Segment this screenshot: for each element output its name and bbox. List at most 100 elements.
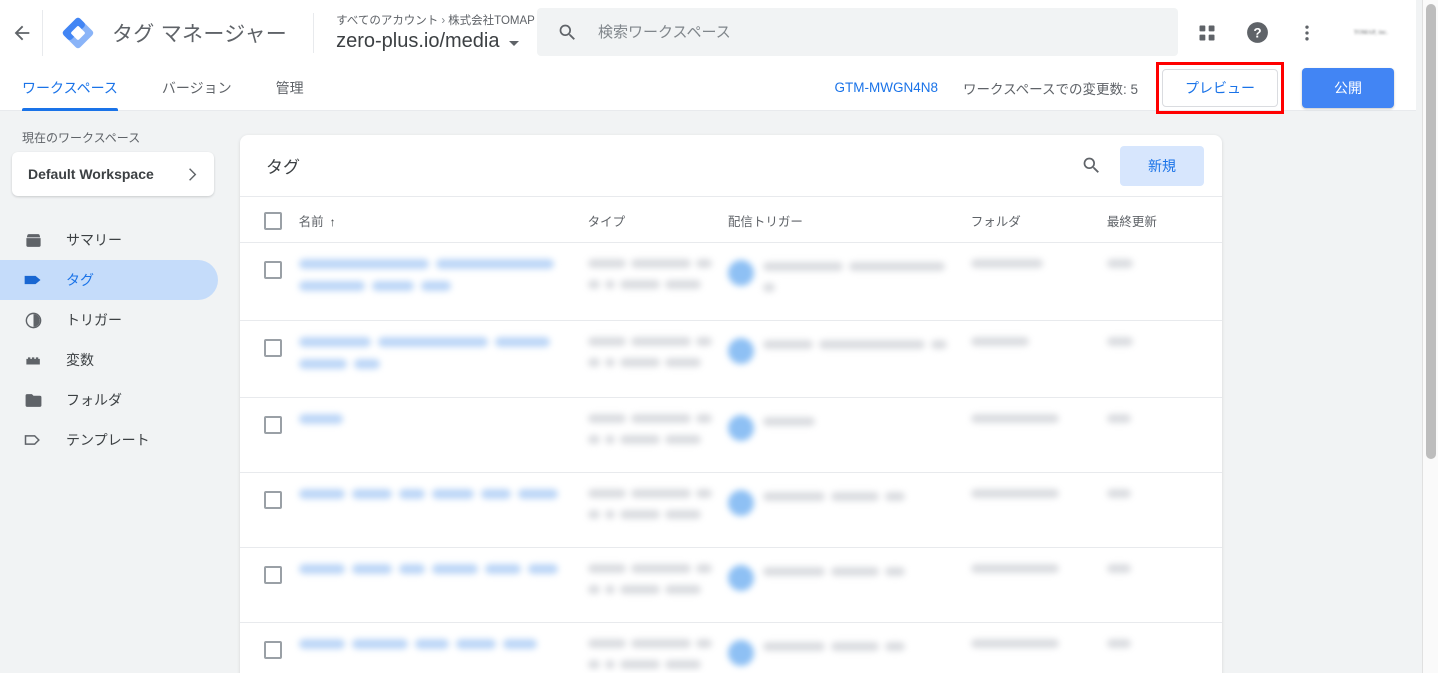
sidebar-item-summary-label: サマリー	[66, 232, 122, 248]
row-checkbox[interactable]	[264, 339, 282, 357]
row-checkbox[interactable]	[264, 566, 282, 584]
sidebar-item-templates[interactable]: テンプレート	[0, 420, 218, 460]
col-header-type[interactable]: タイプ	[587, 197, 728, 243]
table-row[interactable]	[240, 622, 1222, 673]
top-bar: タグ マネージャー すべてのアカウント › 株式会社TOMAP zero-plus.…	[0, 0, 1416, 65]
tags-table: 名前 ↑ タイプ 配信トリガー フォルダ 最終更新	[240, 197, 1222, 673]
tab-versions[interactable]: バージョン	[140, 65, 254, 111]
sidebar-item-folders-label: フォルダ	[66, 392, 122, 408]
variable-brick-icon	[22, 349, 44, 371]
tag-updated-cell	[1106, 320, 1222, 398]
tag-updated-cell	[1106, 397, 1222, 473]
table-row[interactable]	[240, 397, 1222, 473]
table-row[interactable]	[240, 547, 1222, 623]
tag-trigger-redacted	[727, 321, 971, 380]
preview-button[interactable]: プレビュー	[1162, 68, 1278, 107]
vertical-scrollbar-thumb[interactable]	[1426, 4, 1436, 459]
tab-workspace[interactable]: ワークスペース	[0, 65, 140, 111]
tag-updated-redacted	[1106, 473, 1222, 526]
tag-updated-redacted	[1106, 623, 1222, 673]
trigger-avatar-icon	[727, 640, 754, 666]
breadcrumb-all-accounts[interactable]: すべてのアカウント	[336, 15, 438, 27]
tag-folder-redacted	[970, 321, 1107, 374]
col-header-trigger[interactable]: 配信トリガー	[727, 197, 971, 243]
tag-trigger-cell	[727, 547, 971, 623]
row-checkbox[interactable]	[264, 641, 282, 659]
sidebar-item-templates-label: テンプレート	[66, 432, 150, 448]
tag-updated-cell	[1106, 472, 1222, 548]
table-row[interactable]	[240, 242, 1222, 321]
workspace-selector-card[interactable]: Default Workspace	[12, 152, 214, 196]
new-tag-button[interactable]: 新規	[1120, 145, 1204, 186]
row-select-cell	[240, 397, 299, 473]
row-select-cell	[240, 547, 299, 623]
tag-type-cell	[587, 472, 728, 548]
tags-panel: タグ 新規 名前 ↑ タイプ 配信トリガー フォルダ 最終更新	[240, 135, 1222, 673]
tag-trigger-redacted	[727, 473, 971, 532]
table-row[interactable]	[240, 320, 1222, 398]
col-header-updated[interactable]: 最終更新	[1106, 197, 1222, 243]
help-circle-icon[interactable]: ?	[1240, 16, 1274, 50]
trigger-avatar-icon	[727, 565, 754, 591]
sidebar-item-triggers[interactable]: トリガー	[0, 300, 218, 340]
tag-name-cell[interactable]	[298, 397, 588, 473]
table-row[interactable]	[240, 472, 1222, 548]
select-all-checkbox[interactable]	[264, 211, 282, 230]
chevron-down-icon	[508, 40, 519, 46]
tag-name-cell[interactable]	[298, 622, 588, 673]
sidebar-item-summary[interactable]: サマリー	[0, 220, 218, 260]
container-selector[interactable]: zero-plus.io/media	[336, 30, 543, 53]
row-select-cell	[240, 320, 299, 398]
publish-button[interactable]: 公開	[1302, 67, 1394, 108]
row-checkbox[interactable]	[264, 416, 282, 434]
breadcrumb-account[interactable]: 株式会社TOMAP	[448, 15, 535, 27]
tag-updated-redacted	[1106, 548, 1222, 601]
tag-type-redacted	[587, 473, 728, 547]
tag-type-redacted	[587, 398, 728, 472]
tag-updated-cell	[1106, 622, 1222, 673]
sidebar-item-variables[interactable]: 変数	[0, 340, 218, 380]
container-name: zero-plus.io/media	[336, 29, 500, 52]
search-input[interactable]	[598, 23, 1118, 41]
grid-apps-icon[interactable]	[1190, 16, 1224, 50]
select-all-header	[240, 197, 299, 243]
sidebar: 現在のワークスペース Default Workspace サマリー タグ トリガ…	[0, 111, 232, 673]
tab-workspace-label: ワークスペース	[22, 79, 118, 96]
preview-button-wrapper: プレビュー	[1156, 61, 1284, 114]
col-header-folder[interactable]: フォルダ	[970, 197, 1107, 243]
tab-list: ワークスペース バージョン 管理	[0, 65, 326, 111]
tag-folder-cell	[970, 397, 1107, 473]
tag-name-cell[interactable]	[298, 320, 588, 398]
account-breadcrumb-block[interactable]: すべてのアカウント › 株式会社TOMAP zero-plus.io/media	[313, 12, 543, 53]
trigger-circle-icon	[22, 309, 44, 331]
product-title: タグ マネージャー	[112, 22, 288, 46]
tag-name-redacted	[298, 243, 588, 319]
folder-icon	[22, 389, 44, 411]
tag-name-cell[interactable]	[298, 242, 588, 321]
row-checkbox[interactable]	[264, 261, 282, 279]
col-header-name[interactable]: 名前 ↑	[298, 197, 588, 243]
tags-table-header: 名前 ↑ タイプ 配信トリガー フォルダ 最終更新	[240, 197, 1222, 243]
sidebar-item-folders[interactable]: フォルダ	[0, 380, 218, 420]
tab-admin[interactable]: 管理	[254, 65, 326, 111]
search-icon	[557, 22, 578, 43]
tag-name-cell[interactable]	[298, 472, 588, 548]
gtm-container-id[interactable]: GTM-MWGN4N8	[835, 80, 939, 95]
tag-folder-cell	[970, 622, 1107, 673]
tag-folder-redacted	[970, 398, 1107, 451]
tag-trigger-cell	[727, 242, 971, 321]
row-checkbox[interactable]	[264, 491, 282, 509]
tag-updated-cell	[1106, 547, 1222, 623]
tag-name-cell[interactable]	[298, 547, 588, 623]
tab-versions-label: バージョン	[161, 79, 232, 96]
tags-search-icon[interactable]	[1072, 147, 1110, 185]
back-button[interactable]	[8, 19, 36, 47]
vertical-scrollbar-track[interactable]	[1422, 0, 1438, 673]
current-workspace-label: 現在のワークスペース	[22, 131, 141, 145]
sidebar-item-tags[interactable]: タグ	[0, 260, 218, 300]
tag-type-cell	[587, 622, 728, 673]
tag-name-redacted	[298, 623, 588, 673]
more-vert-icon[interactable]	[1290, 16, 1324, 50]
breadcrumb: すべてのアカウント › 株式会社TOMAP	[336, 13, 543, 29]
workspace-search-box[interactable]	[537, 8, 1178, 56]
